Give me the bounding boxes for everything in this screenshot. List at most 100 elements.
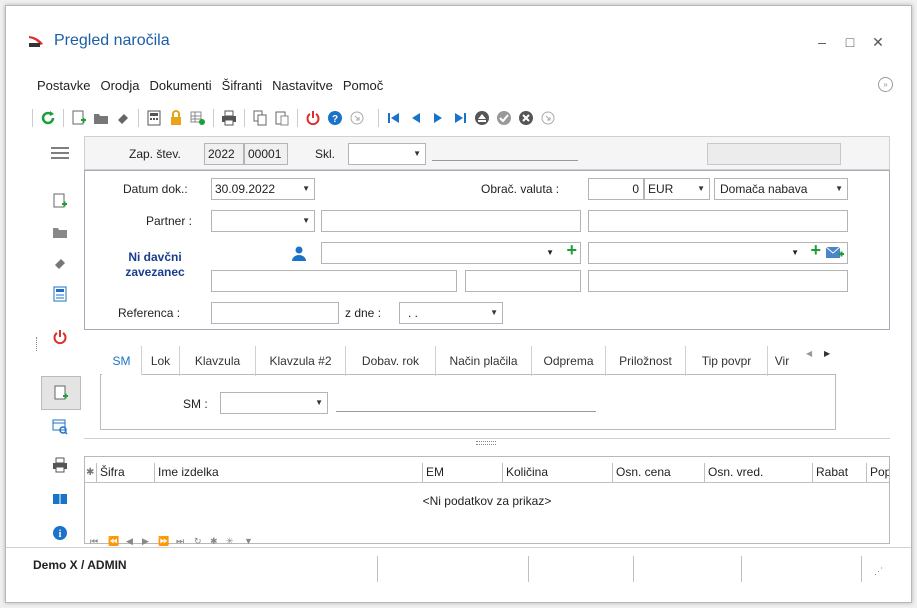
grid-col-osn-cena[interactable]: Osn. cena: [613, 463, 705, 483]
nav-append-icon[interactable]: ✳: [226, 536, 234, 547]
expand-circle-icon[interactable]: [537, 107, 559, 129]
add-address-icon[interactable]: +: [810, 240, 821, 260]
nav-filter-icon[interactable]: ▼: [244, 536, 253, 546]
zap-number-field[interactable]: 00001: [244, 143, 288, 165]
eject-icon[interactable]: [471, 107, 493, 129]
eraser-icon[interactable]: [112, 107, 134, 129]
grid-col-pop[interactable]: Pop: [867, 463, 889, 483]
menu-sifranti[interactable]: Šifranti: [217, 75, 267, 97]
sm-dropdown[interactable]: ▼: [220, 392, 328, 414]
tab-odprema[interactable]: Odprema: [532, 346, 606, 376]
sidebar-splitter[interactable]: [36, 337, 37, 351]
nav-last-icon[interactable]: ⏭: [176, 536, 184, 547]
power-icon[interactable]: [49, 326, 71, 348]
tab-vir[interactable]: Vir: [768, 346, 796, 376]
tab-priloznost[interactable]: Priložnost: [606, 346, 686, 376]
open-folder-icon[interactable]: [90, 107, 112, 129]
post-field[interactable]: [465, 270, 581, 292]
nav-prev-page-icon[interactable]: ⏪: [108, 536, 119, 547]
close-icon[interactable]: ✕: [868, 32, 888, 52]
menu-pomoc[interactable]: Pomoč: [338, 75, 388, 97]
zap-year-field[interactable]: 2022: [204, 143, 244, 165]
grid-col-ime[interactable]: Ime izdelka: [155, 463, 423, 483]
paste-icon[interactable]: [271, 107, 293, 129]
grid-col-rabat[interactable]: Rabat: [813, 463, 867, 483]
minimize-icon[interactable]: –: [812, 32, 832, 52]
maximize-icon[interactable]: □: [840, 32, 860, 52]
calculator-icon[interactable]: [143, 107, 165, 129]
info-icon[interactable]: i: [49, 522, 71, 544]
print-icon[interactable]: [218, 107, 240, 129]
last-record-icon[interactable]: [449, 107, 471, 129]
splitter-handle[interactable]: [476, 441, 496, 445]
nav-first-icon[interactable]: ⏮: [90, 536, 98, 547]
previous-record-icon[interactable]: [405, 107, 427, 129]
grid-new-row-icon[interactable]: ✱: [85, 463, 97, 483]
partner-label: Partner :: [146, 214, 193, 228]
nav-next-page-icon[interactable]: ⏩: [158, 536, 169, 547]
currency-dropdown[interactable]: EUR ▼: [644, 178, 710, 200]
city-field[interactable]: [588, 270, 848, 292]
nabava-dropdown[interactable]: Domača nabava ▼: [714, 178, 848, 200]
copy-icon[interactable]: [249, 107, 271, 129]
datum-field[interactable]: 30.09.2022 ▼: [211, 178, 315, 200]
tab-klavzula[interactable]: Klavzula: [180, 346, 256, 376]
first-record-icon[interactable]: [383, 107, 405, 129]
referenca-field[interactable]: [211, 302, 339, 324]
user-icon[interactable]: [292, 246, 306, 262]
obrac-value-field[interactable]: 0: [588, 178, 644, 200]
resize-grip-icon[interactable]: ⋰: [874, 566, 883, 577]
grid-col-sifra[interactable]: Šifra: [97, 463, 155, 483]
confirm-icon[interactable]: [493, 107, 515, 129]
partner-extra-field[interactable]: [588, 210, 848, 232]
lock-icon[interactable]: [165, 107, 187, 129]
tab-klavzula-2[interactable]: Klavzula #2: [256, 346, 346, 376]
next-record-icon[interactable]: [427, 107, 449, 129]
refresh-icon[interactable]: [37, 107, 59, 129]
nav-next-icon[interactable]: ▶: [142, 536, 149, 547]
new-document-icon[interactable]: [68, 107, 90, 129]
menu-dokumenti[interactable]: Dokumenti: [145, 75, 217, 97]
new-document-icon[interactable]: [49, 190, 71, 212]
help-icon[interactable]: ?: [324, 107, 346, 129]
eraser-icon[interactable]: [49, 252, 71, 274]
email-icon[interactable]: [826, 246, 844, 260]
nav-refresh-icon[interactable]: ↻: [194, 536, 202, 547]
open-folder-icon[interactable]: [49, 221, 71, 243]
add-item-button[interactable]: [41, 376, 81, 410]
grid-col-kolicina[interactable]: Količina: [503, 463, 613, 483]
z-dne-field[interactable]: . . ▼: [399, 302, 503, 324]
search-table-icon[interactable]: [49, 416, 71, 438]
print-icon[interactable]: [49, 454, 71, 476]
power-icon[interactable]: [302, 107, 324, 129]
columns-view-icon[interactable]: [49, 488, 71, 510]
cancel-icon[interactable]: [515, 107, 537, 129]
grid-col-em[interactable]: EM: [423, 463, 503, 483]
collapse-ribbon-icon[interactable]: »: [878, 77, 893, 92]
tab-sm[interactable]: SM: [102, 346, 142, 376]
menu-postavke[interactable]: Postavke: [32, 75, 95, 97]
grid-settings-icon[interactable]: [187, 107, 209, 129]
tab-scroll-right-icon[interactable]: ▶: [824, 349, 830, 358]
nav-prev-icon[interactable]: ◀: [126, 536, 133, 547]
tab-dobav-rok[interactable]: Dobav. rok: [346, 346, 436, 376]
expand-circle-icon[interactable]: [346, 107, 368, 129]
tab-lok[interactable]: Lok: [142, 346, 180, 376]
tab-scroll-left-icon[interactable]: ◀: [806, 349, 812, 358]
contact-dropdown[interactable]: ▼ +: [321, 240, 581, 264]
grid-col-osn-vred[interactable]: Osn. vred.: [705, 463, 813, 483]
skl-dropdown[interactable]: ▼: [348, 143, 426, 165]
address-dropdown[interactable]: ▼ +: [588, 240, 848, 264]
nav-insert-icon[interactable]: ✱: [210, 536, 218, 547]
partner-name-field[interactable]: [321, 210, 581, 232]
tab-tip-povpr[interactable]: Tip povpr: [686, 346, 768, 376]
tab-nacin-placila[interactable]: Način plačila: [436, 346, 532, 376]
add-contact-icon[interactable]: +: [566, 240, 577, 260]
datum-label: Datum dok.:: [123, 182, 188, 196]
hamburger-menu-icon[interactable]: [49, 142, 71, 164]
partner-dropdown[interactable]: ▼: [211, 210, 315, 232]
calculator-icon[interactable]: [49, 283, 71, 305]
menu-orodja[interactable]: Orodja: [95, 75, 144, 97]
address-line-field[interactable]: [211, 270, 457, 292]
menu-nastavitve[interactable]: Nastavitve: [267, 75, 338, 97]
